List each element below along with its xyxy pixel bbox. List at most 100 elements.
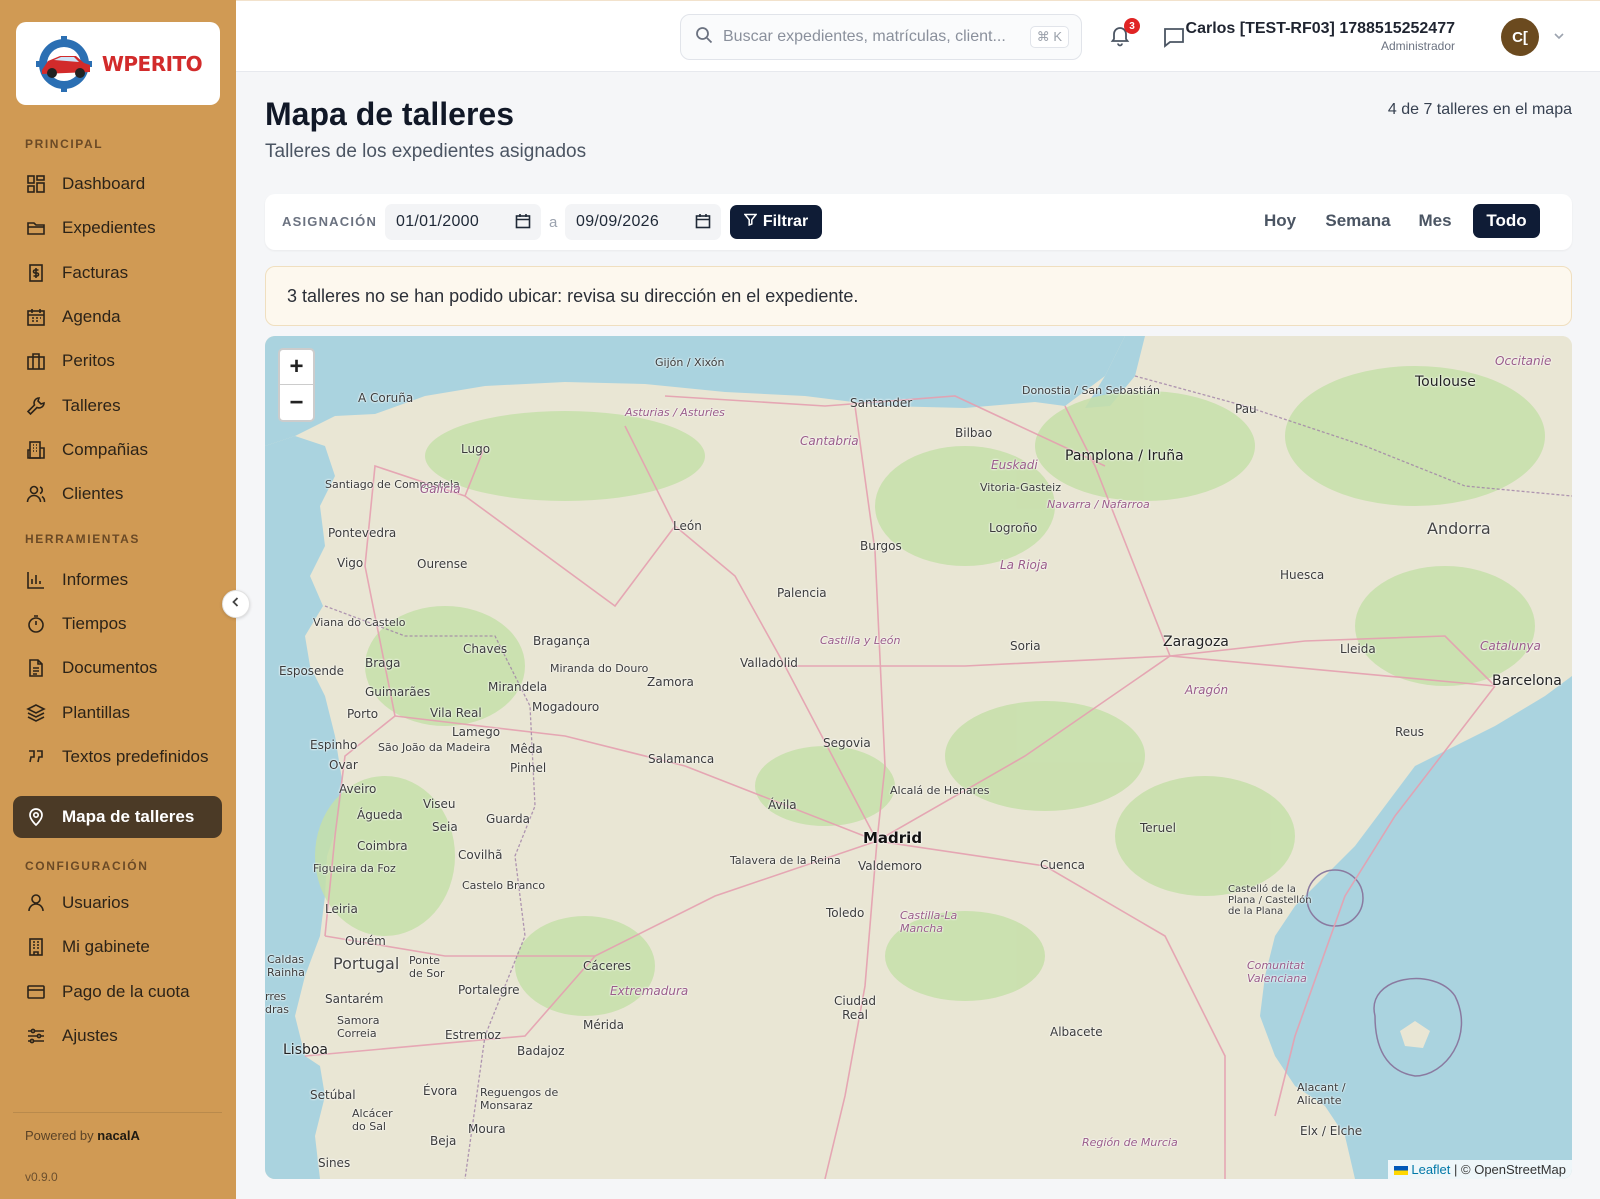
sidebar-item-label: Expedientes: [62, 218, 156, 237]
map-label-moura: Moura: [468, 1122, 506, 1136]
map-label-teruel: Teruel: [1140, 821, 1176, 835]
map-label-braga: Braga: [365, 656, 401, 670]
leaflet-link[interactable]: Leaflet: [1411, 1162, 1450, 1177]
sidebar-item-label: Mapa de talleres: [62, 807, 195, 826]
map-label-leon: León: [673, 519, 702, 533]
map-label-avila: Ávila: [768, 798, 797, 812]
sidebar-item-clientes[interactable]: Clientes: [13, 473, 222, 515]
sidebar: WPERITO PRINCIPAL Dashboard Expedientes …: [0, 0, 236, 1199]
app-version: v0.9.0: [25, 1170, 58, 1184]
map-label-navarra: Navarra / Nafarroa: [1047, 498, 1150, 511]
section-label-configuracion: CONFIGURACIÓN: [25, 859, 149, 873]
sidebar-item-plantillas[interactable]: Plantillas: [13, 692, 222, 734]
sidebar-item-tiempos[interactable]: Tiempos: [13, 603, 222, 645]
map-label-pontevedra: Pontevedra: [328, 526, 397, 540]
map-label-catalunya: Catalunya: [1480, 639, 1541, 653]
notification-badge: 3: [1124, 18, 1140, 34]
date-to-value: 09/09/2026: [576, 213, 660, 230]
sidebar-item-companias[interactable]: Compañias: [13, 429, 222, 471]
page-subtitle: Talleres de los expedientes asignados: [265, 141, 587, 162]
map-label-meda: Mêda: [510, 742, 543, 756]
map-label-braganca: Bragança: [533, 634, 591, 648]
map-label-alcacer: Alcácer do Sal: [352, 1107, 393, 1133]
ukraine-flag-icon: [1393, 1166, 1408, 1176]
date-to-input[interactable]: 09/09/2026: [565, 204, 721, 240]
filter-button[interactable]: Filtrar: [730, 205, 822, 239]
sidebar-item-mi-gabinete[interactable]: Mi gabinete: [13, 926, 222, 968]
sidebar-item-label: Plantillas: [62, 703, 131, 722]
map-label-elx: Elx / Elche: [1300, 1124, 1363, 1138]
map-label-ourense: Ourense: [417, 557, 468, 571]
map-label-esposende: Esposende: [279, 664, 345, 678]
chevron-left-icon: [230, 595, 242, 613]
filter-button-label: Filtrar: [762, 213, 809, 230]
sidebar-item-textos-predefinidos[interactable]: Textos predefinidos: [13, 736, 222, 778]
sidebar-item-facturas[interactable]: Facturas: [13, 252, 222, 294]
chevron-down-icon[interactable]: [1552, 29, 1566, 43]
sidebar-item-documentos[interactable]: Documentos: [13, 647, 222, 689]
map-label-alcala: Alcalá de Henares: [890, 784, 990, 797]
avatar[interactable]: C[: [1501, 18, 1539, 56]
sidebar-item-peritos[interactable]: Peritos: [13, 340, 222, 382]
brand-logo[interactable]: WPERITO: [16, 22, 220, 105]
map-label-burgos: Burgos: [860, 539, 902, 553]
map-label-pamplona: Pamplona / Iruña: [1065, 448, 1184, 464]
map-label-chaves: Chaves: [463, 642, 508, 656]
map-label-castello: Castelló de la Plana / Castellón de la P…: [1228, 884, 1312, 917]
sidebar-item-label: Mi gabinete: [62, 937, 150, 956]
sidebar-item-pago-cuota[interactable]: Pago de la cuota: [13, 971, 222, 1013]
calendar-icon[interactable]: [695, 213, 711, 229]
geocode-warning-alert: 3 talleres no se han podido ubicar: revi…: [265, 266, 1572, 326]
calendar-icon[interactable]: [515, 213, 531, 229]
layers-icon: [26, 703, 46, 723]
map-label-pinhel: Pinhel: [510, 761, 547, 775]
map-pin-icon: [26, 807, 46, 827]
range-todo-button[interactable]: Todo: [1473, 204, 1540, 238]
users-icon: [26, 484, 46, 504]
map-label-cantabria: Cantabria: [800, 434, 859, 448]
message-icon[interactable]: [1162, 25, 1188, 51]
map-label-occitanie: Occitanie: [1495, 354, 1552, 368]
collapse-sidebar-button[interactable]: [222, 590, 250, 618]
date-from-input[interactable]: 01/01/2000: [385, 204, 541, 240]
map-label-vianadocastelo: Viana do Castelo: [313, 616, 406, 629]
zoom-out-button[interactable]: −: [280, 385, 313, 420]
map-label-evora: Évora: [423, 1084, 458, 1098]
map-label-torres: rres dras: [265, 990, 289, 1016]
map-label-cuenca: Cuenca: [1040, 858, 1085, 872]
range-hoy-button[interactable]: Hoy: [1253, 204, 1307, 238]
sidebar-item-mapa-de-talleres[interactable]: Mapa de talleres: [13, 796, 222, 838]
bar-chart-icon: [26, 570, 46, 590]
range-semana-button[interactable]: Semana: [1318, 204, 1398, 238]
sidebar-item-ajustes[interactable]: Ajustes: [13, 1015, 222, 1057]
map-label-castillaleon: Castilla y León: [820, 634, 901, 647]
sidebar-item-expedientes[interactable]: Expedientes: [13, 207, 222, 249]
range-mes-button[interactable]: Mes: [1408, 204, 1462, 238]
page-title: Mapa de talleres: [265, 96, 514, 132]
zoom-in-button[interactable]: +: [280, 350, 313, 385]
sidebar-item-talleres[interactable]: Talleres: [13, 385, 222, 427]
sidebar-item-informes[interactable]: Informes: [13, 559, 222, 601]
workshops-map[interactable]: + − Gijón / Xixón Santander Donostia / S…: [265, 336, 1572, 1179]
calendar-icon: [26, 307, 46, 327]
map-label-leiria: Leiria: [325, 902, 358, 916]
map-label-estremoz: Estremoz: [445, 1028, 501, 1042]
sidebar-item-label: Agenda: [62, 307, 121, 326]
map-label-extremadura: Extremadura: [610, 984, 689, 998]
sidebar-item-label: Ajustes: [62, 1026, 118, 1045]
map-label-soria: Soria: [1010, 639, 1041, 653]
sidebar-item-agenda[interactable]: Agenda: [13, 296, 222, 338]
map-label-bilbao: Bilbao: [955, 426, 993, 440]
wrench-icon: [26, 396, 46, 416]
sidebar-item-dashboard[interactable]: Dashboard: [13, 163, 222, 205]
map-label-comunitat: Comunitat Valenciana: [1247, 959, 1307, 985]
map-label-lleida: Lleida: [1340, 642, 1376, 656]
search-input[interactable]: Buscar expedientes, matrículas, client..…: [680, 14, 1082, 60]
map-label-figueira: Figueira da Foz: [313, 862, 396, 875]
sidebar-item-usuarios[interactable]: Usuarios: [13, 882, 222, 924]
map-label-caldas: Caldas Rainha: [267, 953, 305, 979]
map-label-vitoria: Vitoria-Gasteiz: [980, 481, 1061, 494]
osm-attribution[interactable]: | © OpenStreetMap: [1454, 1162, 1566, 1177]
map-label-lisboa: Lisboa: [283, 1042, 329, 1058]
user-name[interactable]: Carlos [TEST-RF03] 1788515252477: [1186, 20, 1455, 38]
